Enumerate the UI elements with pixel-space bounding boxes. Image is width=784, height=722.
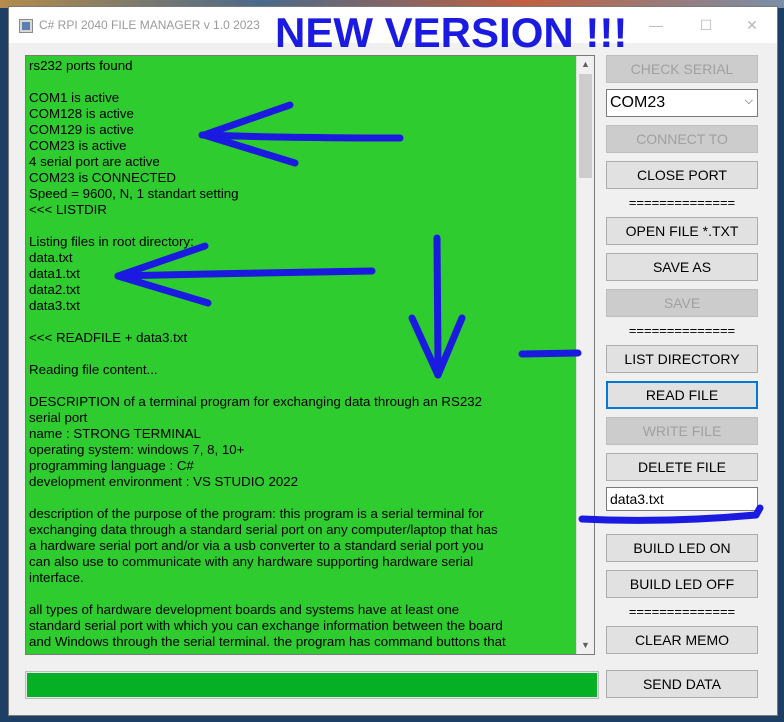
memo-line: rs232 ports found: [29, 58, 133, 73]
separator: ==============: [628, 604, 736, 619]
memo-line: description of the purpose of the progra…: [29, 506, 484, 521]
write-file-button[interactable]: WRITE FILE: [606, 417, 758, 445]
save-button[interactable]: SAVE: [606, 289, 758, 317]
memo-line: <<< LISTDIR: [29, 202, 107, 217]
memo-line: COM23 is active: [29, 138, 127, 153]
save-as-button[interactable]: SAVE AS: [606, 253, 758, 281]
port-select[interactable]: COM23 ⌵: [606, 89, 758, 117]
chevron-down-icon[interactable]: ⌵: [745, 95, 753, 108]
memo-line: DESCRIPTION of a terminal program for ex…: [29, 394, 483, 409]
memo-line: COM129 is active: [29, 122, 134, 137]
memo-line: [29, 218, 579, 234]
memo-line: exchanging data through a standard seria…: [29, 522, 498, 537]
memo-line: interface.: [29, 570, 84, 585]
memo-line: data3.txt: [29, 298, 81, 313]
scroll-up-icon[interactable]: ▲: [577, 56, 594, 73]
window-title: C# RPI 2040 FILE MANAGER v 1.0 2023: [39, 18, 260, 32]
memo-line: can also use to communicate with any har…: [29, 554, 474, 569]
close-icon[interactable]: ✕: [737, 13, 767, 37]
memo-line: Speed = 9600, N, 1 standart setting: [29, 186, 239, 201]
memo-line: operating system: windows 7, 8, 10+: [29, 442, 245, 457]
minimize-icon[interactable]: —: [641, 13, 671, 37]
memo-scrollbar[interactable]: ▲ ▼: [576, 56, 594, 654]
separator: ==============: [628, 323, 736, 338]
close-port-button[interactable]: CLOSE PORT: [606, 161, 758, 189]
filename-input[interactable]: data3.txt: [606, 487, 758, 511]
memo-line: [29, 586, 579, 602]
build-led-on-button[interactable]: BUILD LED ON: [606, 534, 758, 562]
memo-line: [29, 74, 579, 90]
app-window: C# RPI 2040 FILE MANAGER v 1.0 2023 NEW …: [8, 6, 778, 716]
memo-line: data1.txt: [29, 266, 81, 281]
memo-line: [29, 346, 579, 362]
memo-line: [29, 490, 579, 506]
connect-to-button[interactable]: CONNECT TO: [606, 125, 758, 153]
maximize-icon[interactable]: ☐: [691, 13, 721, 37]
delete-file-button[interactable]: DELETE FILE: [606, 453, 758, 481]
memo-line: serial port: [29, 410, 88, 425]
memo-line: [29, 378, 579, 394]
memo-line: development environment : VS STUDIO 2022: [29, 474, 299, 489]
memo-line: standard serial port with which you can …: [29, 618, 503, 633]
title-bar: C# RPI 2040 FILE MANAGER v 1.0 2023 NEW …: [9, 7, 777, 56]
open-file-button[interactable]: OPEN FILE *.TXT: [606, 217, 758, 245]
memo-line: and Windows through the serial terminal.…: [29, 634, 506, 649]
read-file-button[interactable]: READ FILE: [606, 381, 758, 409]
memo-line: COM128 is active: [29, 106, 134, 121]
separator: ==============: [628, 195, 736, 210]
filename-value: data3.txt: [610, 491, 664, 507]
scroll-down-icon[interactable]: ▼: [577, 637, 594, 654]
clear-memo-button[interactable]: CLEAR MEMO: [606, 626, 758, 654]
memo-line: Reading file content...: [29, 362, 158, 377]
terminal-memo[interactable]: rs232 ports found COM1 is active COM128 i…: [25, 55, 595, 655]
transfer-progress-bar: [25, 671, 599, 699]
app-icon: [19, 19, 33, 33]
list-directory-button[interactable]: LIST DIRECTORY: [606, 345, 758, 373]
memo-line: data.txt: [29, 250, 73, 265]
memo-line: data2.txt: [29, 282, 81, 297]
memo-line: programming language : C#: [29, 458, 194, 473]
memo-line: [29, 314, 579, 330]
memo-line: a hardware serial port and/or via a usb …: [29, 538, 484, 553]
new-version-headline: NEW VERSION !!!: [275, 9, 628, 56]
memo-line: COM23 is CONNECTED: [29, 170, 177, 185]
memo-line: COM1 is active: [29, 90, 120, 105]
memo-line: <<< READFILE + data3.txt: [29, 330, 188, 345]
progress-fill: [27, 673, 597, 697]
memo-line: name : STRONG TERMINAL: [29, 426, 201, 441]
check-serial-button[interactable]: CHECK SERIAL: [606, 55, 758, 83]
port-select-value: COM23: [610, 94, 666, 111]
scroll-thumb[interactable]: [579, 74, 592, 178]
memo-line: all types of hardware development boards…: [29, 602, 460, 617]
build-led-off-button[interactable]: BUILD LED OFF: [606, 570, 758, 598]
memo-text: rs232 ports found COM1 is active COM128 i…: [29, 58, 579, 650]
send-data-button[interactable]: SEND DATA: [606, 670, 758, 698]
memo-line: 4 serial port are active: [29, 154, 160, 169]
memo-line: Listing files in root directory:: [29, 234, 194, 249]
